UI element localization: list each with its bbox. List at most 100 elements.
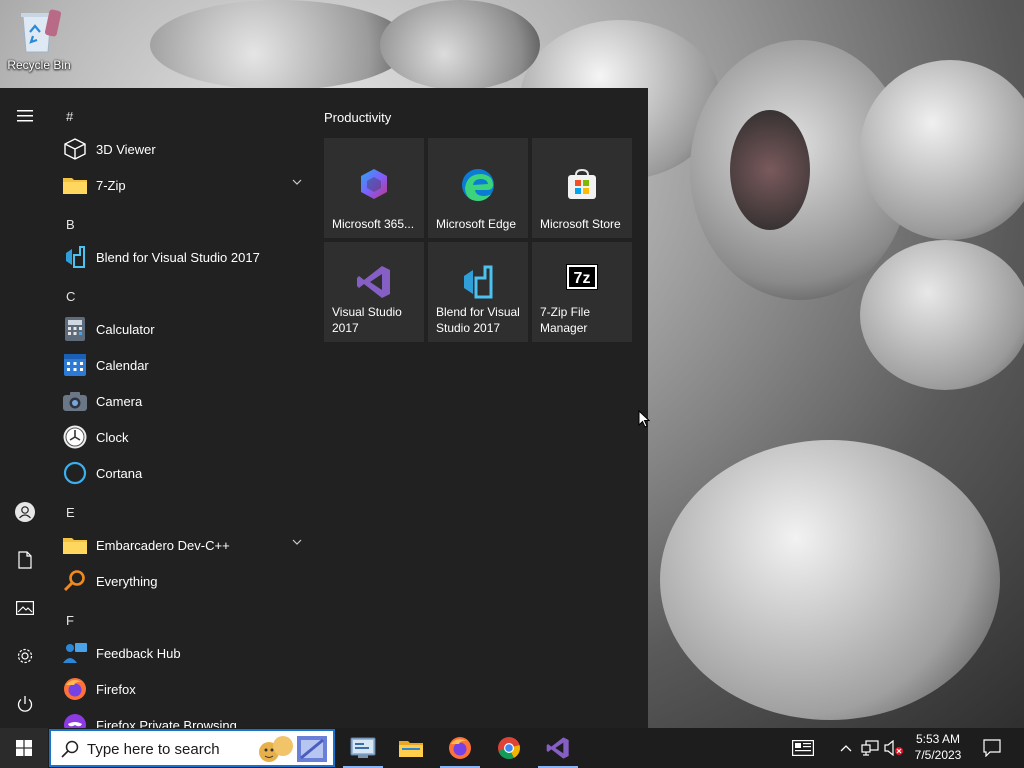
app-name: Embarcadero Dev-C++ <box>96 537 230 553</box>
action-center-button[interactable] <box>974 728 1010 768</box>
chrome-icon <box>498 737 520 759</box>
camera-icon <box>62 388 88 414</box>
account-button[interactable] <box>0 492 50 532</box>
app-name: Clock <box>96 429 129 445</box>
folder-icon <box>62 532 88 558</box>
edge-icon <box>428 168 528 208</box>
app-firefox[interactable]: Firefox <box>50 671 312 707</box>
tile-microsoft-365[interactable]: Microsoft 365... <box>324 138 424 238</box>
app-firefox-private[interactable]: Firefox Private Browsing <box>50 707 312 728</box>
app-everything[interactable]: Everything <box>50 563 312 599</box>
taskbar-search-box[interactable]: Type here to search <box>49 729 335 767</box>
chevron-down-icon <box>292 179 302 185</box>
app-embarcadero-folder[interactable]: Embarcadero Dev-C++ <box>50 527 312 563</box>
app-calculator[interactable]: Calculator <box>50 311 312 347</box>
chevron-up-icon <box>840 744 852 751</box>
svg-text:7z: 7z <box>574 270 591 287</box>
recycle-bin-label: Recycle Bin <box>7 58 71 72</box>
hamburger-icon <box>17 110 33 122</box>
visual-studio-icon <box>324 264 424 304</box>
app-name: Calendar <box>96 357 149 373</box>
start-rail <box>0 88 50 728</box>
microsoft-365-icon <box>324 168 424 208</box>
letter-header-hash[interactable]: # <box>66 109 73 124</box>
show-hidden-icons-button[interactable] <box>836 728 856 768</box>
settings-button[interactable] <box>0 636 50 676</box>
app-cortana[interactable]: Cortana <box>50 455 312 491</box>
recycle-bin-shortcut[interactable]: Recycle Bin <box>6 6 72 72</box>
volume-button[interactable] <box>882 728 906 768</box>
notification-icon <box>983 739 1001 757</box>
power-button[interactable] <box>0 684 50 724</box>
tile-group-title[interactable]: Productivity <box>324 110 391 125</box>
cube-icon <box>62 136 88 162</box>
pictures-button[interactable] <box>0 588 50 628</box>
firefox-private-icon <box>62 712 88 728</box>
app-name: Feedback Hub <box>96 645 181 661</box>
taskbar-app-visual-studio[interactable] <box>534 728 582 768</box>
control-panel-icon <box>350 737 376 758</box>
taskbar-app-firefox[interactable] <box>436 728 484 768</box>
letter-header-b[interactable]: B <box>66 217 75 232</box>
tile-label: 7-Zip File Manager <box>540 305 591 335</box>
tile-label: Visual Studio 2017 <box>332 305 402 335</box>
taskbar-app-chrome[interactable] <box>485 728 533 768</box>
app-name: Firefox <box>96 681 136 697</box>
7zip-icon: 7z <box>532 264 632 304</box>
tile-microsoft-edge[interactable]: Microsoft Edge <box>428 138 528 238</box>
tile-7zip-file-manager[interactable]: 7z 7-Zip File Manager <box>532 242 632 342</box>
tile-microsoft-store[interactable]: Microsoft Store <box>532 138 632 238</box>
volume-muted-icon <box>884 740 903 756</box>
app-list: # 3D Viewer 7-Zip B Blend for Visual Stu… <box>50 88 312 728</box>
user-avatar-icon <box>15 502 35 522</box>
windows-logo-icon <box>16 740 32 756</box>
start-button[interactable] <box>0 728 48 768</box>
news-icon <box>792 740 814 756</box>
taskbar-clock[interactable]: 5:53 AM 7/5/2023 <box>906 731 970 763</box>
documents-button[interactable] <box>0 540 50 580</box>
folder-icon <box>62 172 88 198</box>
app-7zip-folder[interactable]: 7-Zip <box>50 167 312 203</box>
tile-label: Microsoft Edge <box>436 217 517 231</box>
visual-studio-icon <box>546 737 569 759</box>
app-calendar[interactable]: Calendar <box>50 347 312 383</box>
app-clock[interactable]: Clock <box>50 419 312 455</box>
search-highlight-icon <box>259 736 327 762</box>
letter-header-c[interactable]: C <box>66 289 75 304</box>
cortana-icon <box>62 460 88 486</box>
magnifier-icon <box>62 568 88 594</box>
clock-date: 7/5/2023 <box>914 748 962 762</box>
clock-icon <box>62 424 88 450</box>
store-icon <box>532 168 632 208</box>
app-name: 7-Zip <box>96 177 126 193</box>
file-explorer-icon <box>399 741 423 757</box>
recycle-bin-icon <box>17 6 62 56</box>
app-name: Blend for Visual Studio 2017 <box>96 249 260 265</box>
tile-visual-studio[interactable]: Visual Studio 2017 <box>324 242 424 342</box>
app-camera[interactable]: Camera <box>50 383 312 419</box>
letter-header-e[interactable]: E <box>66 505 75 520</box>
app-name: Firefox Private Browsing <box>96 717 237 729</box>
search-placeholder: Type here to search <box>87 741 220 758</box>
clock-time: 5:53 AM <box>915 732 961 746</box>
app-feedback-hub[interactable]: Feedback Hub <box>50 635 312 671</box>
app-3d-viewer[interactable]: 3D Viewer <box>50 131 312 167</box>
tile-label: Microsoft 365... <box>332 217 415 231</box>
letter-header-f[interactable]: F <box>66 613 74 628</box>
tile-blend[interactable]: Blend for Visual Studio 2017 <box>428 242 528 342</box>
tile-label: Microsoft Store <box>540 217 621 231</box>
app-name: 3D Viewer <box>96 141 156 157</box>
mouse-cursor-icon <box>638 410 650 428</box>
network-button[interactable] <box>858 728 882 768</box>
news-button[interactable] <box>786 728 820 768</box>
chevron-down-icon <box>292 539 302 545</box>
firefox-icon <box>449 737 471 759</box>
pictures-icon <box>16 601 34 615</box>
network-icon <box>861 740 879 756</box>
expand-menu-button[interactable] <box>0 96 50 136</box>
power-icon <box>17 696 33 712</box>
calculator-icon <box>62 316 88 342</box>
taskbar-app-file-explorer[interactable] <box>387 728 435 768</box>
taskbar-app-control-panel[interactable] <box>339 728 387 768</box>
app-blend[interactable]: Blend for Visual Studio 2017 <box>50 239 312 275</box>
